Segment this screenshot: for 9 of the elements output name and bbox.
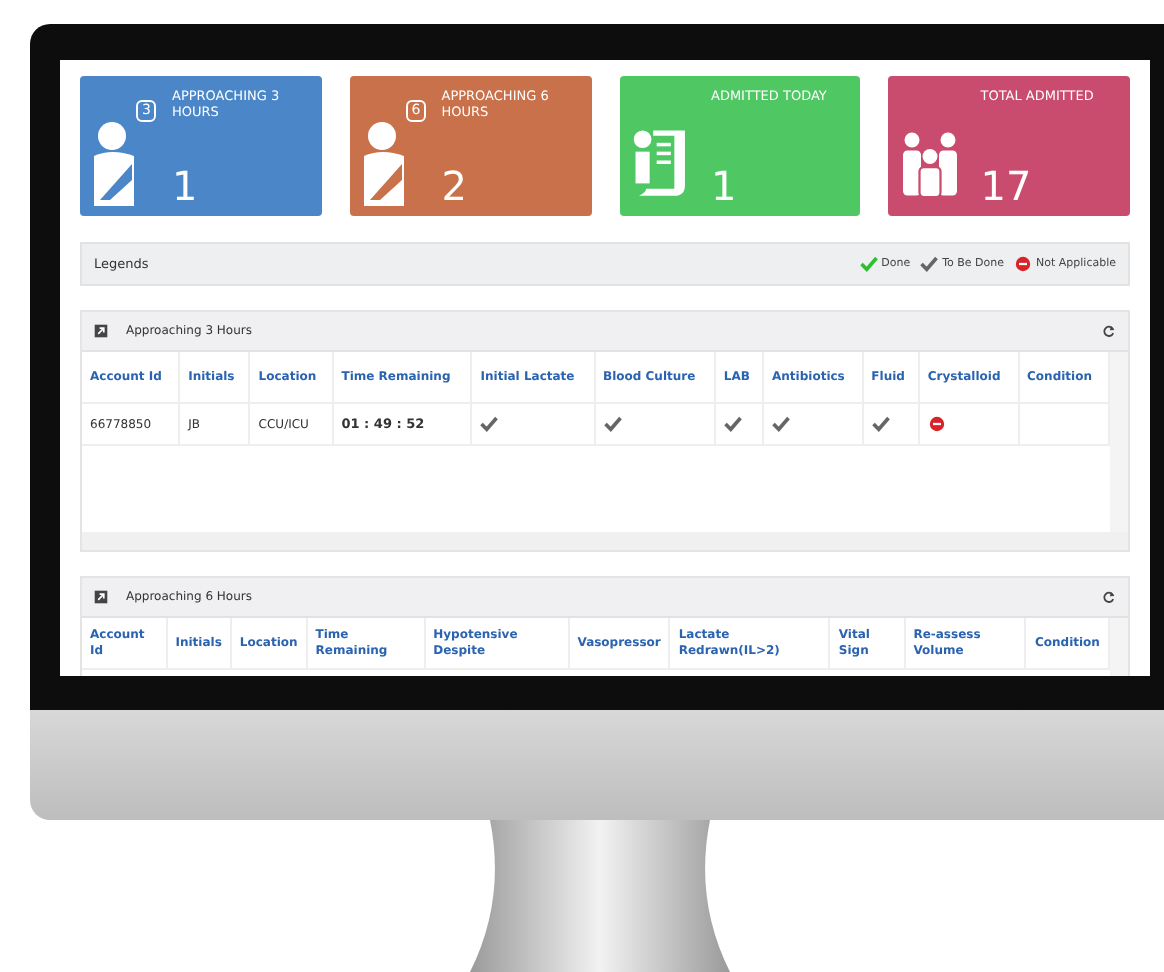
expand-icon[interactable] [94,590,108,604]
card-value: 1 [711,164,739,208]
refresh-icon[interactable] [1102,324,1116,338]
card-value: 1 [172,164,200,208]
card-value: 2 [441,164,469,208]
refresh-icon[interactable] [1102,590,1116,604]
expand-icon[interactable] [94,324,108,338]
card-value: 17 [980,164,1034,208]
horizontal-scrollbar[interactable] [82,532,1128,550]
